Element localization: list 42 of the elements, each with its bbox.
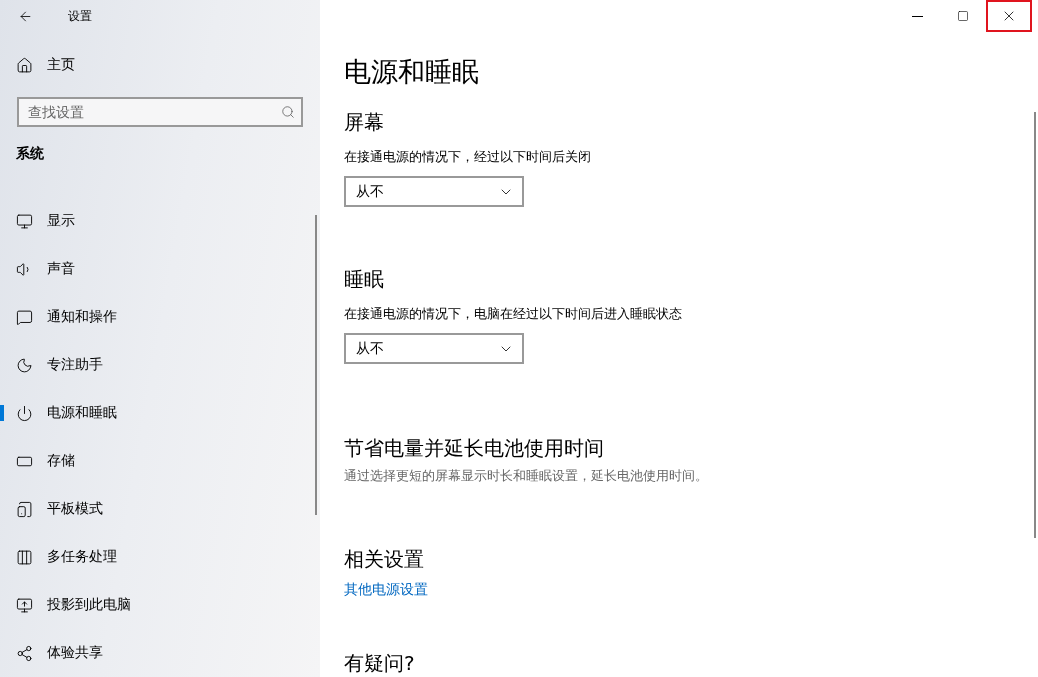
home-icon — [16, 56, 33, 74]
search-icon — [281, 105, 295, 119]
sidebar-item[interactable]: 电源和睡眠 — [0, 389, 320, 437]
section-heading: 系统 — [15, 144, 45, 163]
setting-label: 在接通电源的情况下，电脑在经过以下时间后进入睡眠状态 — [344, 305, 683, 323]
dropdown[interactable]: 从不 — [344, 176, 524, 207]
section-heading: 相关设置 — [344, 546, 425, 573]
dropdown[interactable]: 从不 — [344, 333, 524, 364]
sidebar-item[interactable]: 主页 — [0, 41, 320, 89]
columns-icon — [16, 548, 33, 566]
sidebar-item[interactable]: 体验共享 — [0, 629, 320, 677]
section-heading: 睡眠 — [344, 266, 385, 293]
section-heading: 有疑问? — [344, 650, 416, 677]
description-text: 通过选择更短的屏幕显示时长和睡眠设置，延长电池使用时间。 — [344, 468, 709, 485]
minimize-icon — [911, 15, 923, 17]
section-heading: 屏幕 — [344, 109, 385, 136]
sidebar-item[interactable]: 显示 — [0, 197, 320, 245]
close-button[interactable] — [986, 0, 1032, 32]
monitor-icon — [16, 596, 33, 614]
sidebar-item[interactable]: 专注助手 — [0, 341, 320, 389]
section-heading: 节省电量并延长电池使用时间 — [344, 435, 605, 462]
sidebar-item[interactable]: 平板模式 — [0, 485, 320, 533]
maximize-icon — [957, 10, 969, 22]
network-icon — [16, 644, 33, 662]
sidebar-item[interactable]: 投影到此电脑 — [0, 581, 320, 629]
search-field[interactable]: 查找设置 — [17, 97, 303, 127]
sidebar-item[interactable]: 存储 — [0, 437, 320, 485]
sidebar-item[interactable]: 通知和操作 — [0, 293, 320, 341]
sidebar-item[interactable]: 多任务处理 — [0, 533, 320, 581]
sidebar-item[interactable]: 声音 — [0, 245, 320, 293]
power-icon — [16, 404, 33, 422]
scrollbar[interactable] — [1034, 112, 1036, 538]
scrollbar[interactable] — [315, 215, 317, 515]
page-title: 电源和睡眠 — [344, 55, 480, 89]
monitor-icon — [16, 212, 33, 230]
moon-icon — [16, 356, 33, 374]
setting-label: 在接通电源的情况下，经过以下时间后关闭 — [344, 148, 592, 166]
back-arrow-icon — [17, 8, 33, 24]
message-icon — [16, 308, 33, 326]
window-title: 设置 — [68, 7, 92, 25]
link[interactable]: 其他电源设置 — [344, 581, 428, 599]
tablet-icon — [16, 500, 33, 518]
